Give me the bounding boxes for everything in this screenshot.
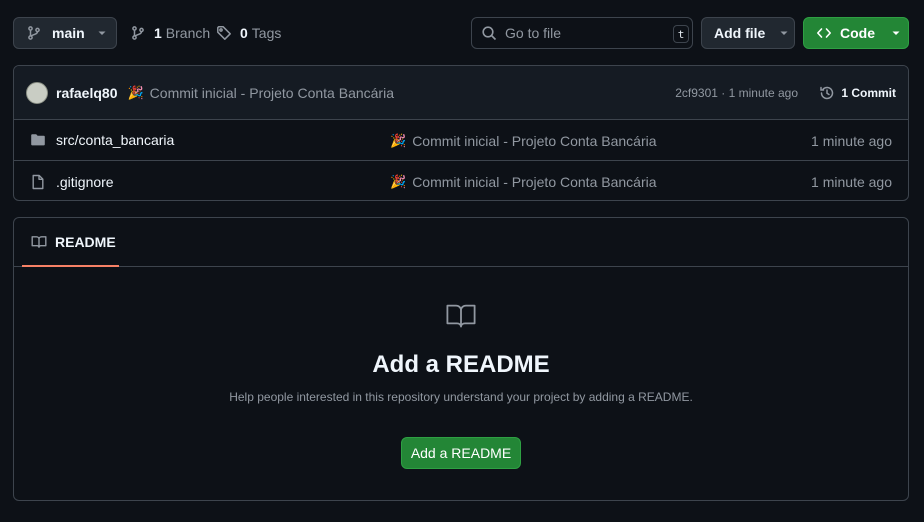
- party-popper-icon: 🎉: [127, 84, 144, 100]
- branch-count-label: Branch: [165, 25, 211, 41]
- readme-header: README: [14, 218, 908, 267]
- branches-link[interactable]: 1 Branch: [130, 17, 210, 49]
- latest-commit-row: rafaelq80 🎉 Commit inicial - Projeto Con…: [14, 66, 908, 120]
- code-icon: [816, 25, 832, 41]
- file-name[interactable]: .gitignore: [56, 174, 114, 190]
- add-file-button[interactable]: Add file: [701, 17, 795, 49]
- avatar[interactable]: [26, 81, 48, 104]
- git-branch-icon: [130, 25, 146, 41]
- commit-count-label: 1 Commit: [841, 86, 896, 100]
- commit-message[interactable]: Commit inicial - Projeto Conta Bancária: [150, 85, 394, 101]
- history-icon: [819, 85, 835, 101]
- commit-author[interactable]: rafaelq80: [56, 85, 117, 101]
- folder-icon: [30, 132, 46, 148]
- caret-down-icon: [97, 28, 107, 38]
- branch-count: 1: [154, 25, 162, 41]
- readme-panel: README Add a README Help people interest…: [13, 217, 909, 501]
- search-icon: [481, 25, 497, 41]
- readme-empty-description: Help people interested in this repositor…: [229, 390, 693, 404]
- file-listing: rafaelq80 🎉 Commit inicial - Projeto Con…: [13, 65, 909, 201]
- go-to-file-search[interactable]: t: [471, 17, 693, 49]
- book-icon: [445, 300, 477, 332]
- list-item[interactable]: .gitignore 🎉 Commit inicial - Projeto Co…: [14, 161, 908, 200]
- tags-link[interactable]: 0 Tags: [216, 17, 281, 49]
- file-icon: [30, 174, 46, 190]
- book-icon: [31, 234, 47, 250]
- code-label: Code: [840, 25, 875, 41]
- keyboard-shortcut-hint: t: [673, 25, 689, 43]
- file-commit-time: 1 minute ago: [811, 173, 892, 190]
- file-commit-time: 1 minute ago: [811, 132, 892, 149]
- tag-count-label: Tags: [251, 25, 282, 41]
- file-commit-text: Commit inicial - Projeto Conta Bancária: [412, 173, 657, 190]
- file-commit-message[interactable]: 🎉 Commit inicial - Projeto Conta Bancári…: [390, 120, 657, 161]
- code-button[interactable]: Code: [803, 17, 909, 49]
- list-item[interactable]: src/conta_bancaria 🎉 Commit inicial - Pr…: [14, 120, 908, 161]
- caret-down-icon: [779, 28, 789, 38]
- search-input[interactable]: [505, 25, 665, 41]
- file-name[interactable]: src/conta_bancaria: [56, 132, 174, 148]
- party-popper-icon: 🎉: [390, 132, 407, 148]
- caret-down-icon: [891, 28, 901, 38]
- file-commit-text: Commit inicial - Projeto Conta Bancária: [412, 132, 657, 149]
- repo-toolbar: main 1 Branch 0 Tags t: [13, 17, 909, 49]
- branch-selector-button[interactable]: main: [13, 17, 117, 49]
- commit-hash-time[interactable]: 2cf9301 · 1 minute ago: [675, 66, 798, 120]
- party-popper-icon: 🎉: [390, 173, 407, 189]
- tab-readme[interactable]: README: [22, 218, 119, 267]
- add-readme-button[interactable]: Add a README: [401, 437, 521, 469]
- branch-name: main: [52, 25, 85, 41]
- tag-count: 0: [240, 25, 248, 41]
- readme-tab-label: README: [55, 233, 116, 250]
- file-commit-message[interactable]: 🎉 Commit inicial - Projeto Conta Bancári…: [390, 161, 657, 200]
- git-branch-icon: [26, 25, 42, 41]
- commits-history-link[interactable]: 1 Commit: [819, 66, 896, 120]
- tag-icon: [216, 25, 232, 41]
- readme-empty-state: Add a README Help people interested in t…: [14, 267, 908, 500]
- readme-empty-title: Add a README: [372, 351, 550, 378]
- add-file-label: Add file: [714, 25, 766, 41]
